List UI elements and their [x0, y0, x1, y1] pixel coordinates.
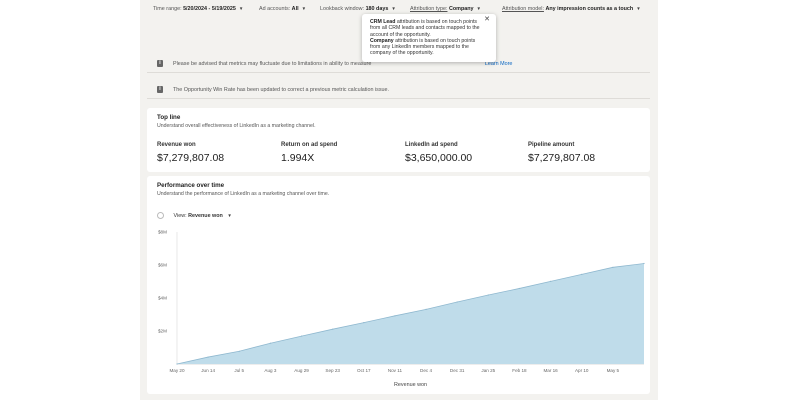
x-axis-title: Revenue won — [394, 382, 427, 388]
analytics-frame: Time range: 5/20/2024 - 5/19/2025 ▼ Ad ac… — [140, 0, 658, 400]
roas-label: Return on ad spend — [281, 142, 338, 148]
x-tick-label: Feb 18 — [512, 368, 527, 373]
series-toggle[interactable] — [157, 212, 164, 219]
chevron-down-icon: ▼ — [238, 6, 244, 11]
lookback-label: Lookback window: — [320, 6, 365, 12]
x-tick-label: May 5 — [607, 368, 620, 373]
revenue-chart: $8M $6M $4M $2M May 20 Jun 14 Jul 5 Aug 3 Aug 29… — [158, 230, 645, 388]
popover-crm-lead-term: CRM Lead — [370, 19, 396, 25]
win-rate-notice: i The Opportunity Win Rate has been upda… — [147, 82, 650, 99]
data-point — [550, 280, 552, 282]
x-tick-label: Aug 29 — [294, 368, 309, 373]
x-tick-label: Jan 25 — [481, 368, 495, 373]
lookback-window-filter[interactable]: Lookback window: 180 days ▼ — [320, 6, 396, 12]
data-point — [207, 356, 209, 358]
revenue-won-value: $7,279,807.08 — [157, 152, 225, 164]
data-point — [269, 342, 271, 344]
x-tick-label: Jul 5 — [234, 368, 244, 373]
data-point — [176, 363, 178, 365]
top-line-title: Top line — [157, 114, 181, 121]
x-tick-label: Sep 23 — [325, 368, 340, 373]
view-label: View: — [173, 212, 187, 219]
pipeline-amount-value: $7,279,807.08 — [528, 152, 596, 164]
data-point — [394, 315, 396, 317]
y-tick-label: $8M — [158, 230, 167, 235]
attribution-model-filter[interactable]: Attribution model: Any impression counts… — [502, 6, 641, 12]
view-value: Revenue won — [188, 212, 223, 219]
revenue-won-label: Revenue won — [157, 142, 196, 148]
chevron-down-icon: ▼ — [301, 6, 307, 11]
data-point — [643, 262, 645, 265]
attribution-type-filter[interactable]: Attribution type: Company ▼ — [410, 6, 481, 12]
data-point — [612, 266, 614, 268]
chevron-down-icon: ▼ — [636, 6, 641, 11]
attribution-model-label: Attribution model: — [502, 6, 544, 12]
performance-card: Performance over time Understand the per… — [147, 176, 650, 394]
x-tick-label: Jun 14 — [201, 368, 215, 373]
close-icon[interactable]: ✕ — [484, 16, 490, 23]
roas-value: 1.994X — [281, 152, 315, 164]
x-tick-label: Oct 17 — [357, 368, 371, 373]
x-tick-label: Dec 31 — [450, 368, 465, 373]
lookback-value: 180 days — [365, 6, 389, 12]
ad-spend-label: LinkedIn ad spend — [405, 142, 458, 148]
ad-accounts-filter[interactable]: Ad accounts: All ▼ — [259, 6, 306, 12]
performance-title: Performance over time — [157, 182, 225, 189]
y-tick-label: $2M — [158, 329, 167, 334]
attribution-model-value: Any impression counts as a touch — [545, 6, 634, 12]
info-icon: i — [157, 86, 163, 93]
time-range-value: 5/20/2024 - 5/19/2025 — [183, 6, 236, 12]
time-range-label: Time range: — [153, 6, 182, 12]
ad-spend-value: $3,650,000.00 — [405, 152, 473, 164]
data-point — [425, 308, 427, 310]
x-tick-label: Dec 4 — [420, 368, 432, 373]
view-selector-row: View: Revenue won ▼ — [157, 212, 232, 219]
info-icon: i — [157, 60, 163, 67]
top-line-subtitle: Understand overall effectiveness of Link… — [157, 123, 316, 129]
data-point — [363, 321, 365, 324]
attribution-type-popover: CRM Lead attribution is based on touch p… — [362, 14, 496, 62]
data-point — [518, 287, 521, 290]
data-point — [456, 301, 458, 303]
data-point — [300, 335, 303, 337]
attribution-type-value: Company — [448, 6, 474, 12]
chevron-down-icon: ▼ — [227, 212, 232, 218]
data-point — [332, 328, 334, 330]
attribution-type-label: Attribution type: — [410, 6, 448, 12]
x-tick-label: Apr 10 — [575, 368, 589, 373]
y-tick-label: $6M — [158, 263, 167, 268]
performance-subtitle: Understand the performance of LinkedIn a… — [157, 191, 330, 197]
x-tick-label: Mar 16 — [543, 368, 558, 373]
notice-message: The Opportunity Win Rate has been update… — [173, 86, 390, 93]
data-point — [487, 294, 489, 296]
chevron-down-icon: ▼ — [476, 6, 481, 11]
x-tick-label: May 20 — [169, 368, 185, 373]
notice-message: Please be advised that metrics may fluct… — [173, 60, 372, 67]
ad-accounts-label: Ad accounts: — [259, 6, 291, 12]
data-point — [238, 350, 240, 352]
top-line-card: Top line Understand overall effectivenes… — [147, 108, 650, 172]
popover-body: CRM Lead attribution is based on touch p… — [370, 19, 482, 57]
view-dropdown[interactable]: View: Revenue won ▼ — [174, 213, 232, 219]
time-range-filter[interactable]: Time range: 5/20/2024 - 5/19/2025 ▼ — [153, 6, 243, 12]
data-point — [581, 273, 583, 276]
ad-accounts-value: All — [291, 6, 299, 12]
x-tick-label: Nov 11 — [388, 368, 403, 373]
y-tick-label: $4M — [158, 296, 167, 301]
pipeline-amount-label: Pipeline amount — [528, 142, 575, 148]
popover-company-term: Company — [370, 37, 394, 44]
x-tick-label: Aug 3 — [264, 368, 276, 373]
chevron-down-icon: ▼ — [391, 6, 396, 11]
